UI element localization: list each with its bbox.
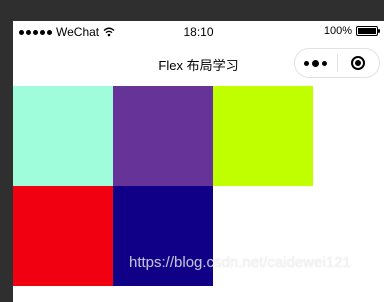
more-dots-icon — [304, 60, 310, 66]
close-button[interactable] — [338, 49, 380, 77]
watermark-text: https://blog.csdn.net/caidewei121 — [129, 254, 351, 271]
battery-percent: 100% — [323, 25, 352, 37]
more-button[interactable] — [295, 49, 337, 77]
flex-item-1 — [13, 86, 113, 186]
status-right: 100% — [323, 25, 380, 37]
flex-item-3 — [213, 86, 313, 186]
target-close-icon — [351, 56, 366, 70]
battery-icon — [356, 26, 380, 36]
flex-item-4 — [13, 186, 113, 286]
menu-capsule — [294, 48, 380, 78]
flex-item-2 — [113, 86, 213, 186]
flex-item-5 — [113, 186, 213, 286]
navigation-bar: Flex 布局学习 — [13, 43, 384, 86]
status-bar: WeChat 18:10 100% — [13, 21, 384, 43]
